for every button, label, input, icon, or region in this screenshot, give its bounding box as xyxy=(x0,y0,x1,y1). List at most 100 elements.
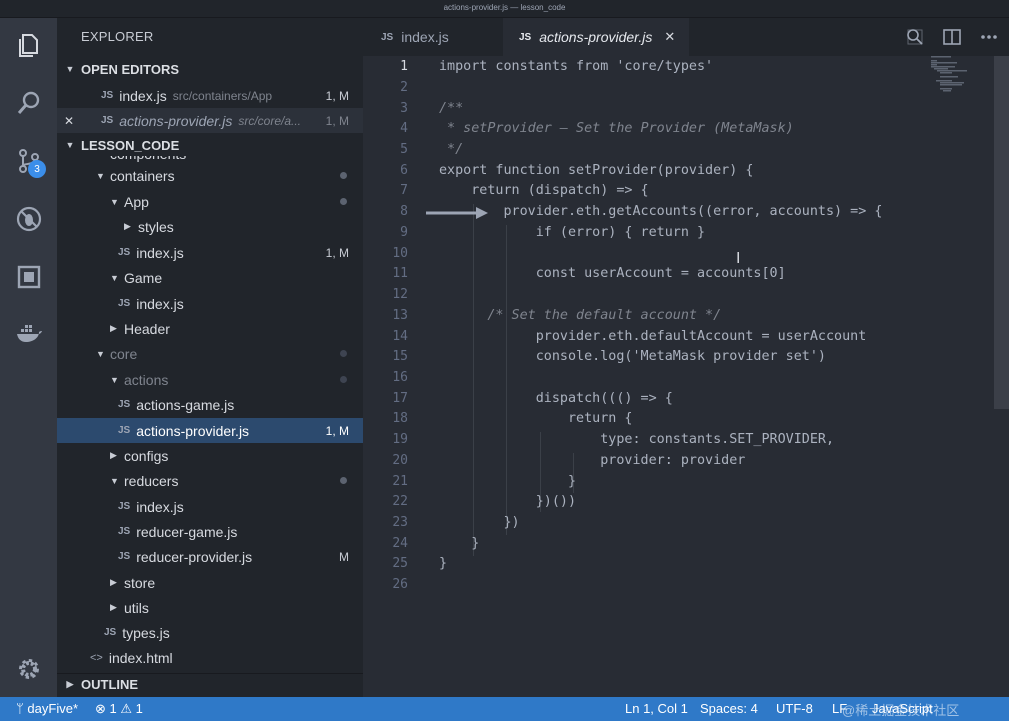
vertical-scrollbar[interactable] xyxy=(994,56,1009,409)
tree-file[interactable]: JS actions-game.js xyxy=(57,392,363,417)
tree-label: utils xyxy=(124,599,149,616)
problems-indicator[interactable]: ⊗ 1 ⚠ 1 xyxy=(95,701,143,717)
chevron-down-icon: ▼ xyxy=(110,196,119,207)
encoding[interactable]: UTF-8 xyxy=(776,701,813,716)
tab-label: actions-provider.js xyxy=(539,29,653,45)
code-line: */ xyxy=(439,142,464,157)
tree-folder[interactable]: ▶ Header xyxy=(57,316,363,341)
tree-label: App xyxy=(124,193,149,210)
code-editor[interactable]: 1 2 3 4 5 6 7 8 9 10 11 12 13 14 15 16 1… xyxy=(363,56,1009,697)
tree-folder[interactable]: ▶ styles xyxy=(57,214,363,239)
js-file-icon: JS xyxy=(118,501,131,512)
line-number: 20 xyxy=(392,453,408,468)
chevron-right-icon: ▶ xyxy=(110,577,117,587)
pointer-arrow-icon xyxy=(426,207,488,219)
line-number: 14 xyxy=(392,329,408,344)
chevron-right-icon: ▶ xyxy=(110,323,117,333)
tree-file[interactable]: JS index.js 1, M xyxy=(57,240,363,265)
settings-gear-icon[interactable] xyxy=(14,654,44,684)
outline-header[interactable]: ▶ OUTLINE xyxy=(57,673,363,695)
folder-header[interactable]: ▼ LESSON_CODE xyxy=(57,134,363,156)
code-line: /** xyxy=(439,101,464,116)
close-icon[interactable]: ✕ xyxy=(57,114,81,128)
tree-file[interactable]: JS reducer-provider.js M xyxy=(57,544,363,569)
js-file-icon: JS xyxy=(118,551,131,562)
line-number: 17 xyxy=(392,391,408,406)
tree-folder[interactable]: ▼ reducers xyxy=(57,468,363,493)
tree-label: actions-game.js xyxy=(136,396,235,413)
open-editors-header[interactable]: ▼ OPEN EDITORS xyxy=(57,58,363,80)
line-number: 5 xyxy=(400,142,408,157)
line-number: 9 xyxy=(400,225,408,240)
tree-file[interactable]: JS types.js xyxy=(57,620,363,645)
docker-icon[interactable] xyxy=(14,318,44,348)
line-number: 3 xyxy=(400,101,408,116)
js-file-icon: JS xyxy=(118,425,131,436)
modified-dot xyxy=(340,198,347,205)
tree-folder[interactable]: ▶ utils xyxy=(57,595,363,620)
tree-label: index.html xyxy=(108,649,173,666)
js-file-icon: JS xyxy=(519,31,532,43)
debug-icon[interactable] xyxy=(14,204,44,234)
tree-folder[interactable]: ▶ store xyxy=(57,570,363,595)
tree-label: components xyxy=(110,156,186,162)
tree-file-selected[interactable]: JS actions-provider.js 1, M xyxy=(57,418,363,443)
tree-folder[interactable]: ▼ containers xyxy=(57,163,363,188)
tree-file[interactable]: JS index.js xyxy=(57,494,363,519)
tree-file[interactable]: JS reducer-game.js xyxy=(57,519,363,544)
extensions-icon[interactable] xyxy=(14,262,44,292)
chevron-down-icon: ▼ xyxy=(110,374,119,385)
error-icon: ⊗ xyxy=(95,701,110,716)
tree-folder[interactable]: ▼ App xyxy=(57,189,363,214)
modified-dot xyxy=(340,350,347,357)
tree-folder[interactable]: ▶ configs xyxy=(57,443,363,468)
js-file-icon: JS xyxy=(118,247,131,258)
code-line: provider: provider xyxy=(439,453,746,468)
code-line: } xyxy=(439,536,480,551)
explorer-sidebar: EXPLORER ▼ OPEN EDITORS JS index.js src/… xyxy=(57,18,363,697)
line-number: 10 xyxy=(392,246,408,261)
minimap[interactable] xyxy=(931,56,983,116)
close-icon[interactable]: ✕ xyxy=(664,29,675,45)
code-line: } xyxy=(439,556,448,571)
open-changes-icon[interactable] xyxy=(905,27,925,47)
explorer-icon[interactable] xyxy=(14,30,44,60)
search-icon[interactable] xyxy=(14,88,44,118)
line-number: 19 xyxy=(392,432,408,447)
open-editor-item[interactable]: JS index.js src/containers/App 1, M xyxy=(57,83,363,108)
open-editor-item[interactable]: ✕ JS actions-provider.js src/core/a... 1… xyxy=(57,108,363,133)
file-status: 1, M xyxy=(325,88,349,103)
code-line: const userAccount = accounts[0] xyxy=(439,266,786,281)
code-line: return { xyxy=(439,411,633,426)
code-line: console.log('MetaMask provider set') xyxy=(439,349,826,364)
tree-folder[interactable]: ▼ Game xyxy=(57,265,363,290)
tree-folder[interactable]: ▼ actions xyxy=(57,367,363,392)
html-file-icon: <> xyxy=(90,651,103,664)
code-line: /* Set the default account */ xyxy=(439,308,722,323)
section-title: LESSON_CODE xyxy=(81,137,180,153)
tree-file[interactable]: JS index.js xyxy=(57,291,363,316)
line-number: 12 xyxy=(392,287,408,302)
tree-label: containers xyxy=(110,167,175,184)
chevron-down-icon: ▼ xyxy=(65,64,75,74)
warning-icon: ⚠ xyxy=(120,701,136,716)
line-number: 21 xyxy=(392,474,408,489)
more-actions-icon[interactable] xyxy=(979,27,999,47)
js-file-icon: JS xyxy=(101,90,114,101)
sidebar-title: EXPLORER xyxy=(81,29,154,44)
tree-file[interactable]: <> index.html xyxy=(57,645,363,670)
chevron-down-icon: ▼ xyxy=(96,348,105,359)
title-bar: actions-provider.js — lesson_code xyxy=(0,0,1009,18)
git-branch[interactable]: ᛘ dayFive* xyxy=(16,701,78,716)
line-number: 16 xyxy=(392,370,408,385)
code-line: type: constants.SET_PROVIDER, xyxy=(439,432,835,447)
tree-folder[interactable]: ▼ core xyxy=(57,341,363,366)
tab-actions-provider-js[interactable]: JS actions-provider.js ✕ xyxy=(503,18,689,56)
cursor-position[interactable]: Ln 1, Col 1 xyxy=(625,701,688,716)
tab-index-js[interactable]: JS index.js xyxy=(363,18,503,56)
indentation[interactable]: Spaces: 4 xyxy=(700,701,758,716)
line-number: 1 xyxy=(400,59,408,74)
tree-label: reducer-game.js xyxy=(136,523,238,540)
js-file-icon: JS xyxy=(104,627,117,638)
split-editor-icon[interactable] xyxy=(942,27,962,47)
